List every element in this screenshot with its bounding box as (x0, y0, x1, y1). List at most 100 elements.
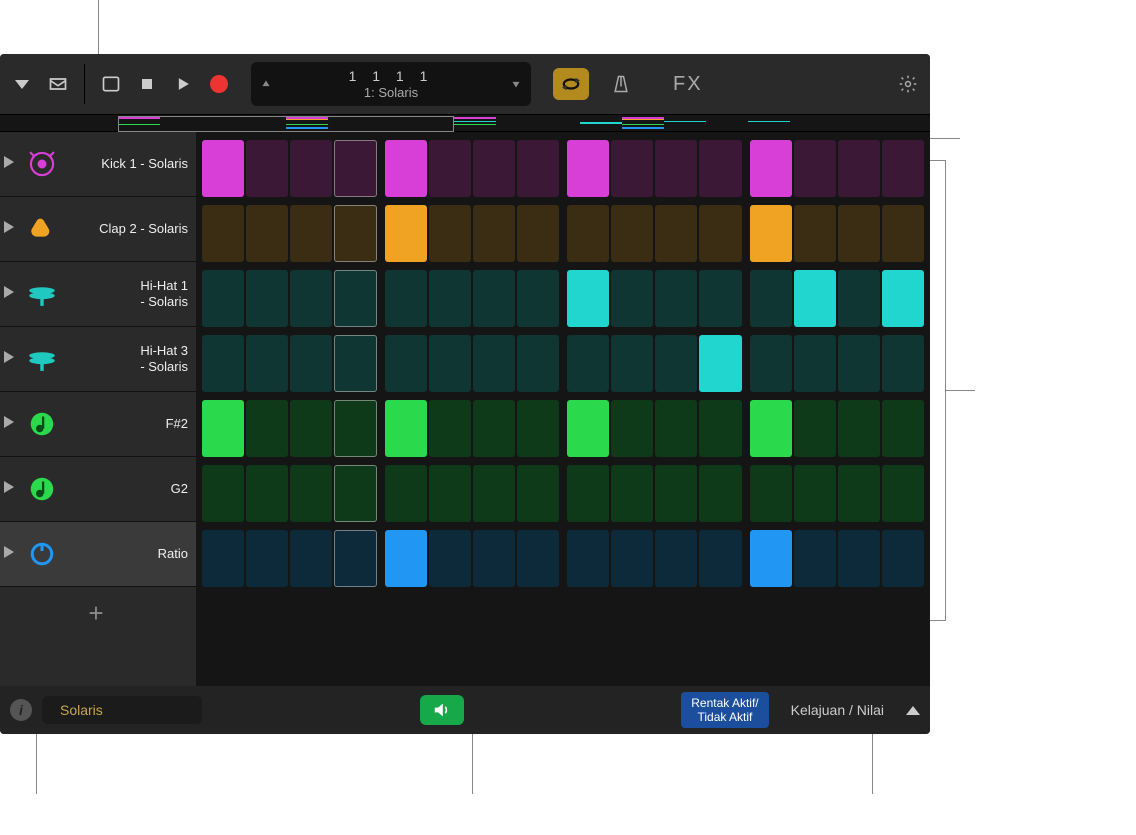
track-play-icon[interactable] (4, 545, 18, 563)
overview-bar[interactable] (496, 117, 538, 129)
step-cell[interactable] (567, 270, 609, 327)
step-cell[interactable] (473, 400, 515, 457)
step-cell[interactable] (794, 270, 836, 327)
track-play-icon[interactable] (4, 155, 18, 173)
step-cell[interactable] (290, 140, 332, 197)
step-cell[interactable] (246, 270, 288, 327)
step-cell[interactable] (246, 335, 288, 392)
step-cell[interactable] (611, 530, 653, 587)
play-button[interactable] (169, 70, 197, 98)
overview-bar[interactable] (454, 117, 496, 129)
step-cell[interactable] (517, 140, 559, 197)
step-cell[interactable] (246, 140, 288, 197)
step-cell[interactable] (655, 205, 697, 262)
step-cell[interactable] (202, 400, 244, 457)
speed-value-label[interactable]: Kelajuan / Nilai (791, 702, 884, 718)
overview-bar[interactable] (160, 117, 202, 129)
inbox-icon[interactable] (44, 70, 72, 98)
step-cell[interactable] (385, 270, 427, 327)
step-cell[interactable] (473, 140, 515, 197)
step-cell[interactable] (246, 465, 288, 522)
step-cell[interactable] (655, 140, 697, 197)
track-instrument-icon[interactable] (22, 274, 62, 314)
track-instrument-icon[interactable] (22, 534, 62, 574)
step-cell[interactable] (655, 530, 697, 587)
step-cell[interactable] (838, 205, 880, 262)
step-cell[interactable] (517, 335, 559, 392)
overview-bar[interactable] (706, 117, 748, 129)
step-cell[interactable] (517, 205, 559, 262)
track-play-icon[interactable] (4, 415, 18, 433)
overview-bar[interactable] (580, 117, 622, 129)
step-cell[interactable] (202, 140, 244, 197)
step-cell[interactable] (202, 335, 244, 392)
track-instrument-icon[interactable] (22, 339, 62, 379)
lcd-prev-icon[interactable] (251, 77, 281, 91)
step-cell[interactable] (567, 465, 609, 522)
step-cell[interactable] (246, 400, 288, 457)
step-cell[interactable] (794, 465, 836, 522)
overview-bar[interactable] (202, 117, 244, 129)
step-cell[interactable] (794, 335, 836, 392)
step-cell[interactable] (838, 140, 880, 197)
step-cell[interactable] (290, 205, 332, 262)
step-cell[interactable] (385, 530, 427, 587)
step-cell[interactable] (567, 530, 609, 587)
step-cell[interactable] (334, 270, 376, 327)
track-header[interactable]: Hi-Hat 3- Solaris (0, 327, 196, 392)
track-instrument-icon[interactable] (22, 469, 62, 509)
stop-button[interactable] (133, 70, 161, 98)
pattern-overview[interactable] (0, 114, 930, 132)
lcd-next-icon[interactable] (501, 77, 531, 91)
step-cell[interactable] (882, 140, 924, 197)
step-cell[interactable] (882, 270, 924, 327)
step-cell[interactable] (838, 530, 880, 587)
overview-bar[interactable] (748, 117, 790, 129)
step-cell[interactable] (567, 205, 609, 262)
step-cell[interactable] (655, 335, 697, 392)
overview-bar[interactable] (118, 117, 160, 129)
step-cell[interactable] (699, 530, 741, 587)
track-instrument-icon[interactable] (22, 209, 62, 249)
record-button[interactable] (205, 70, 233, 98)
step-cell[interactable] (750, 205, 792, 262)
step-cell[interactable] (429, 205, 471, 262)
menu-dropdown-icon[interactable] (8, 70, 36, 98)
step-cell[interactable] (517, 465, 559, 522)
add-track-button[interactable]: + (0, 587, 196, 639)
step-cell[interactable] (385, 335, 427, 392)
step-cell[interactable] (882, 400, 924, 457)
step-cell[interactable] (699, 335, 741, 392)
metronome-icon[interactable] (607, 70, 635, 98)
step-cell[interactable] (473, 465, 515, 522)
step-cell[interactable] (385, 465, 427, 522)
track-play-icon[interactable] (4, 350, 18, 368)
step-cell[interactable] (838, 400, 880, 457)
step-cell[interactable] (882, 335, 924, 392)
track-instrument-icon[interactable] (22, 144, 62, 184)
step-cell[interactable] (567, 140, 609, 197)
step-cell[interactable] (473, 270, 515, 327)
overview-bar[interactable] (328, 117, 370, 129)
step-cell[interactable] (290, 335, 332, 392)
step-cell[interactable] (699, 400, 741, 457)
overview-bar[interactable] (664, 117, 706, 129)
step-cell[interactable] (699, 140, 741, 197)
step-cell[interactable] (385, 205, 427, 262)
step-cell[interactable] (699, 465, 741, 522)
step-cell[interactable] (334, 140, 376, 197)
step-cell[interactable] (655, 400, 697, 457)
beat-toggle-button[interactable]: Rentak Aktif/Tidak Aktif (681, 692, 768, 729)
step-cell[interactable] (334, 465, 376, 522)
step-cell[interactable] (882, 465, 924, 522)
step-cell[interactable] (567, 400, 609, 457)
overview-bar[interactable] (538, 117, 580, 129)
step-cell[interactable] (290, 270, 332, 327)
step-cell[interactable] (794, 205, 836, 262)
step-cell[interactable] (750, 335, 792, 392)
overview-bar[interactable] (622, 117, 664, 129)
track-header[interactable]: Hi-Hat 1- Solaris (0, 262, 196, 327)
step-cell[interactable] (882, 530, 924, 587)
track-header[interactable]: Clap 2 - Solaris (0, 197, 196, 262)
step-cell[interactable] (334, 400, 376, 457)
